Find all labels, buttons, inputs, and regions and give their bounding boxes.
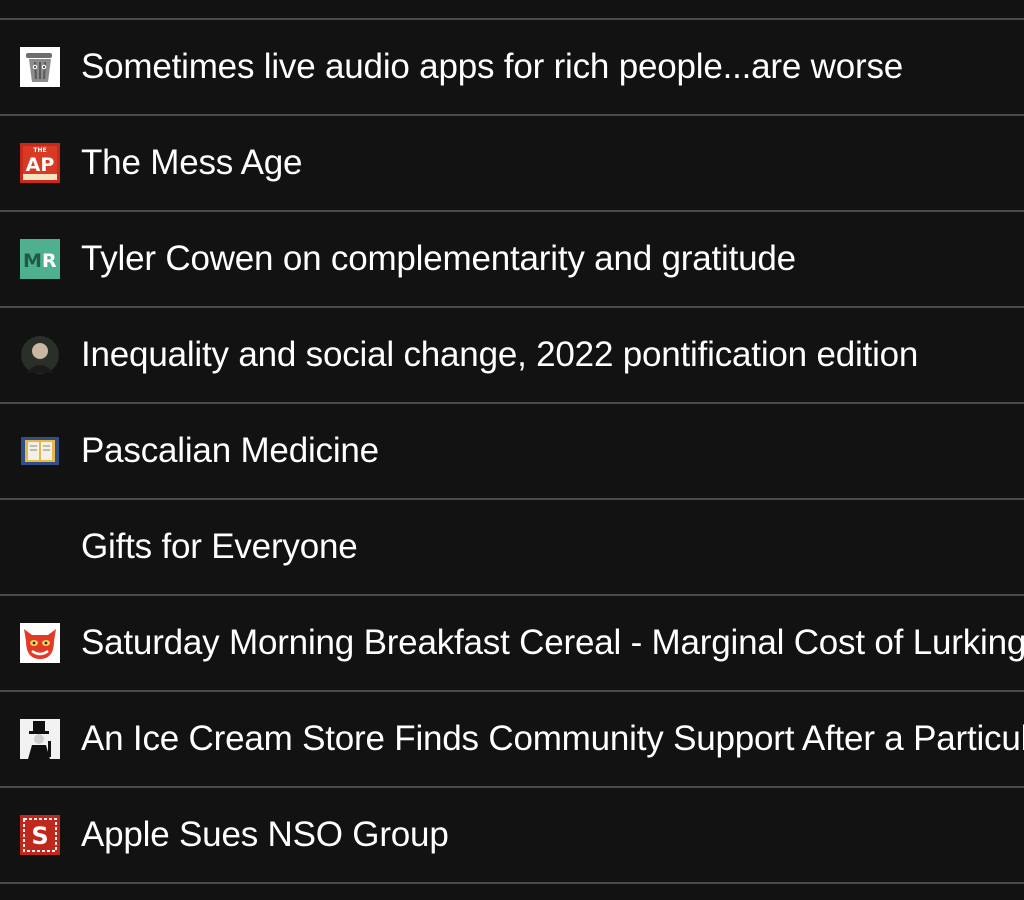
feed-item[interactable]: Saturday Morning Breakfast Cereal - Marg… bbox=[0, 596, 1024, 690]
feed-item[interactable]: Inequality and social change, 2022 ponti… bbox=[0, 308, 1024, 402]
svg-text:THE: THE bbox=[33, 147, 46, 154]
svg-text:AP: AP bbox=[26, 154, 55, 176]
s-logo-icon: S bbox=[20, 815, 60, 855]
feed-item[interactable]: Gifts for Everyone bbox=[0, 500, 1024, 594]
red-devil-face-icon bbox=[20, 623, 60, 663]
feed-item-title[interactable]: Gifts for Everyone bbox=[81, 500, 358, 594]
feed-item-title[interactable]: Inequality and social change, 2022 ponti… bbox=[81, 308, 918, 402]
author-avatar-icon bbox=[20, 335, 60, 375]
feed-item-title[interactable]: The Mess Age bbox=[81, 116, 303, 210]
feed-item-title[interactable]: Sometimes live audio apps for rich peopl… bbox=[81, 20, 903, 114]
feed-item[interactable]: An Ice Cream Store Finds Community Suppo… bbox=[0, 692, 1024, 786]
divider bbox=[0, 882, 1024, 884]
feed-item-title[interactable]: Apple Sues NSO Group bbox=[81, 788, 449, 882]
feed-item-title[interactable]: Pascalian Medicine bbox=[81, 404, 379, 498]
feed-item[interactable]: Pascalian Medicine bbox=[0, 404, 1024, 498]
trash-can-mascot-icon bbox=[20, 47, 60, 87]
feed-item[interactable]: THE AP The Mess Age bbox=[0, 116, 1024, 210]
feed-item-title[interactable]: Tyler Cowen on complementarity and grati… bbox=[81, 212, 796, 306]
svg-text:M: M bbox=[23, 250, 42, 272]
feed-item[interactable]: S Apple Sues NSO Group bbox=[0, 788, 1024, 882]
feed-item-title[interactable]: Saturday Morning Breakfast Cereal - Marg… bbox=[81, 596, 1024, 690]
svg-text:R: R bbox=[42, 250, 57, 272]
feed-list: Sometimes live audio apps for rich peopl… bbox=[0, 0, 1024, 900]
top-hat-figure-icon bbox=[20, 719, 60, 759]
ap-logo-icon: THE AP bbox=[20, 143, 60, 183]
feed-item[interactable]: Sometimes live audio apps for rich peopl… bbox=[0, 20, 1024, 114]
svg-text:S: S bbox=[31, 822, 48, 850]
feed-item-title[interactable]: An Ice Cream Store Finds Community Suppo… bbox=[81, 692, 1024, 786]
mr-logo-icon: M R bbox=[20, 239, 60, 279]
book-icon bbox=[20, 431, 60, 471]
feed-item[interactable]: M R Tyler Cowen on complementarity and g… bbox=[0, 212, 1024, 306]
